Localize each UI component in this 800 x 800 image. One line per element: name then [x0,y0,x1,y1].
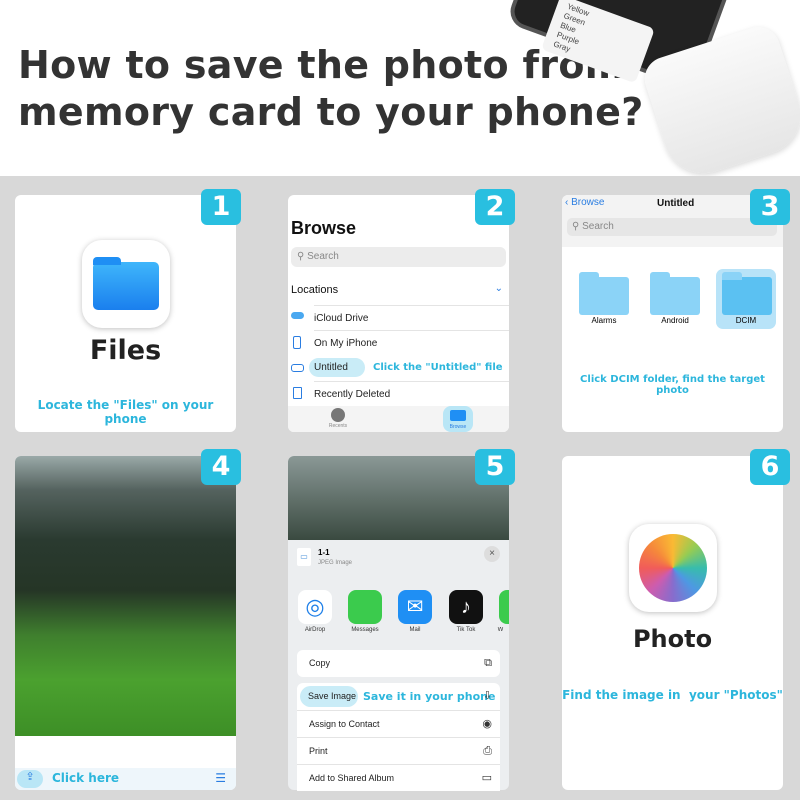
drive-icon [291,364,304,372]
whatsapp-icon[interactable] [499,590,509,624]
search-input[interactable]: ⚲ Search [567,218,777,236]
folder-label: DCIM [735,316,757,325]
files-app-icon [82,240,170,328]
save-icon: ⇩ [482,690,492,702]
back-label: Browse [571,197,605,208]
list-icon[interactable]: ☰ [215,771,226,785]
step-badge: 5 [475,449,515,485]
app-label: AirDrop [304,627,326,633]
toolbar: ⇪ Click here ☰ [15,768,236,790]
folder-label: Alarms [591,316,617,325]
step-3-card: ‹ Browse Untitled ⚲ Search Alarms Androi… [562,195,783,432]
app-label: Mail [409,627,421,633]
photos-app-icon [629,524,717,612]
step-1-card: Files Locate the "Files" on your phone [15,195,236,432]
app-label: W [497,627,504,633]
step-badge: 6 [750,449,790,485]
app-label: Tik Tok [456,627,476,633]
step-badge: 3 [750,189,790,225]
tab-recents[interactable]: Recents [318,423,358,429]
shared-album-icon: ▭ [481,772,492,784]
search-icon: ⚲ [297,251,308,262]
folder-label: Android [661,316,689,325]
step-caption: Find the image in your "Photos" [562,688,783,702]
search-placeholder: Search [307,251,339,262]
step-caption: Click DCIM folder, find the target photo [580,374,765,396]
step-caption: Click here [52,771,120,785]
share-button[interactable]: ⇪ [17,770,43,788]
item-label: On My iPhone [314,338,378,349]
landscape-photo [15,456,236,736]
tab-browse[interactable]: Browse [443,406,473,432]
step-badge: 2 [475,189,515,225]
item-label: Recently Deleted [314,389,391,400]
cloud-icon [291,312,304,319]
folder-icon [722,272,772,315]
annotation: Click the "Untitled" file [373,362,503,373]
search-input[interactable]: ⚲ Search [291,247,506,267]
item-label: iCloud Drive [314,313,369,324]
action-copy[interactable]: Copy ⧉ [297,650,500,677]
action-label: Add to Shared Album [309,773,395,783]
location-recently-deleted[interactable]: Recently Deleted [314,381,509,406]
action-label: Copy [309,658,331,668]
section-header: Locations [291,284,339,296]
tab-bar: Recents Browse [288,406,509,432]
printer-icon: ⎙ [483,745,492,757]
trash-icon [293,387,302,399]
action-print[interactable]: Print ⎙ [297,737,500,764]
iphone-icon [293,336,301,349]
page-title: How to save the photo from memory card to… [18,42,644,136]
back-button[interactable]: ‹ Browse [565,197,604,208]
nav-title: Untitled [657,198,695,209]
mail-icon[interactable]: ✉ [398,590,432,624]
search-icon: ⚲ [572,221,583,232]
copy-icon: ⧉ [484,657,492,669]
app-name: Photo [632,625,713,653]
action-label: Save Image [308,691,357,701]
folder-android[interactable] [650,272,700,315]
location-untitled[interactable]: Untitled Click the "Untitled" file [309,355,509,380]
contact-icon: ◉ [482,718,492,730]
step-badge: 4 [201,449,241,485]
action-shared-album[interactable]: Add to Shared Album ▭ [297,764,500,791]
action-save-image[interactable]: Save Image Save it in your phone ⇩ [297,683,500,710]
title-line-2: memory card to your phone? [18,90,644,134]
search-placeholder: Search [582,221,614,232]
app-name: Files [89,335,162,366]
action-label: Assign to Contact [309,719,380,729]
location-icloud[interactable]: iCloud Drive [314,305,509,330]
item-label: Untitled [314,362,348,373]
close-button[interactable]: × [484,546,500,562]
step-6-card: Photo Find the image in your "Photos" [562,456,783,790]
browse-title: Browse [291,218,357,238]
step-2-card: Browse ⚲ Search Locations ⌄ iCloud Drive… [288,195,509,432]
file-name: 1-1 [318,548,330,557]
app-label: Messages [351,627,379,633]
folder-alarms[interactable] [579,272,629,315]
step-4-card: ⇪ Click here ☰ [15,456,236,790]
step-caption: Locate the "Files" on your phone [37,398,214,426]
step-badge: 1 [201,189,241,225]
folder-icon [450,410,466,421]
file-type: JPEG Image [318,560,353,566]
airdrop-icon[interactable]: ◎ [298,590,332,624]
chevron-down-icon[interactable]: ⌄ [495,283,503,294]
header: How to save the photo from memory card to… [0,0,800,176]
action-assign-contact[interactable]: Assign to Contact ◉ [297,710,500,737]
clock-icon [331,408,345,422]
annotation: Save it in your phone [363,690,496,703]
location-on-my-iphone[interactable]: On My iPhone [314,330,509,355]
tiktok-icon[interactable]: ♪ [449,590,483,624]
action-label: Print [309,746,328,756]
messages-icon[interactable] [348,590,382,624]
image-file-icon: ▭ [297,548,311,566]
tab-label: Browse [449,424,467,430]
